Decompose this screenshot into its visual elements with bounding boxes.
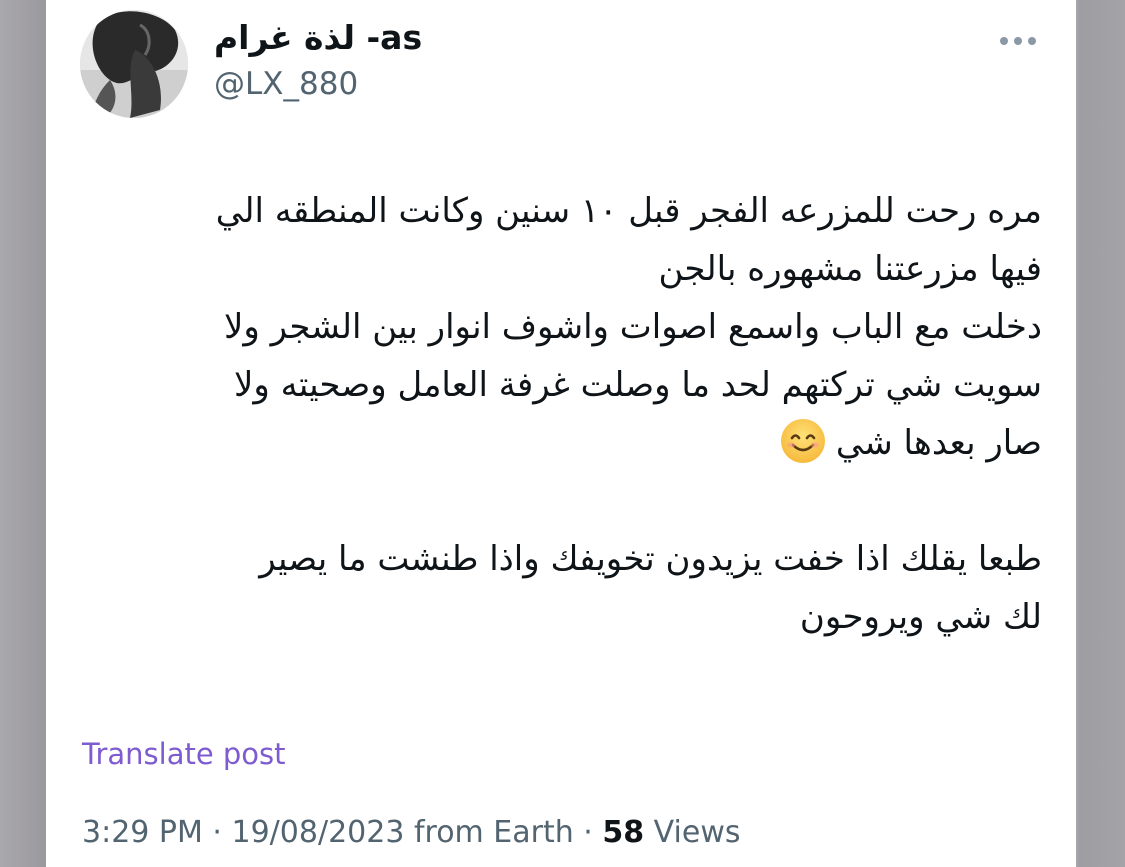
post-time[interactable]: 3:29 PM (82, 815, 203, 850)
post-line: فيها مزرعتنا مشهوره بالجن (658, 249, 1042, 289)
translate-post-link[interactable]: Translate post (82, 737, 286, 771)
post-line: مره رحت للمزرعه الفجر قبل ١٠ سنين وكانت … (215, 191, 1042, 231)
post-metadata: 3:29 PM · 19/08/2023 from Earth · 58 Vie… (82, 815, 740, 850)
profile-photo-icon (80, 10, 188, 118)
post-source: from Earth (404, 815, 574, 850)
post-line: صار بعدها شي (835, 423, 1042, 463)
views-label: Views (644, 815, 741, 850)
post-line: طبعا يقلك اذا خفت يزيدون تخويفك واذا طنش… (259, 539, 1042, 579)
author-avatar[interactable] (80, 10, 188, 118)
smiling-face-emoji-icon (780, 418, 826, 464)
post-blank-line (82, 472, 1042, 530)
post-line: دخلت مع الباب واسمع اصوات واشوف انوار بي… (223, 307, 1042, 347)
post-line: سويت شي تركتهم لحد ما وصلت غرفة العامل و… (234, 365, 1042, 405)
post-date[interactable]: 19/08/2023 (232, 815, 405, 850)
post-card: لذة غرام -as @LX_880 مره رحت للمزرعه الف… (46, 0, 1076, 867)
author-display-name[interactable]: لذة غرام -as (214, 18, 422, 57)
meta-separator: · (202, 815, 232, 850)
post-text: مره رحت للمزرعه الفجر قبل ١٠ سنين وكانت … (82, 182, 1042, 646)
author-handle[interactable]: @LX_880 (214, 66, 358, 102)
meta-separator: · (573, 815, 603, 850)
post-line-with-emoji: صار بعدها شي (82, 414, 1042, 472)
more-options-icon[interactable] (996, 26, 1040, 56)
post-line: لك شي ويروحون (799, 597, 1042, 637)
views-count[interactable]: 58 (602, 815, 644, 850)
